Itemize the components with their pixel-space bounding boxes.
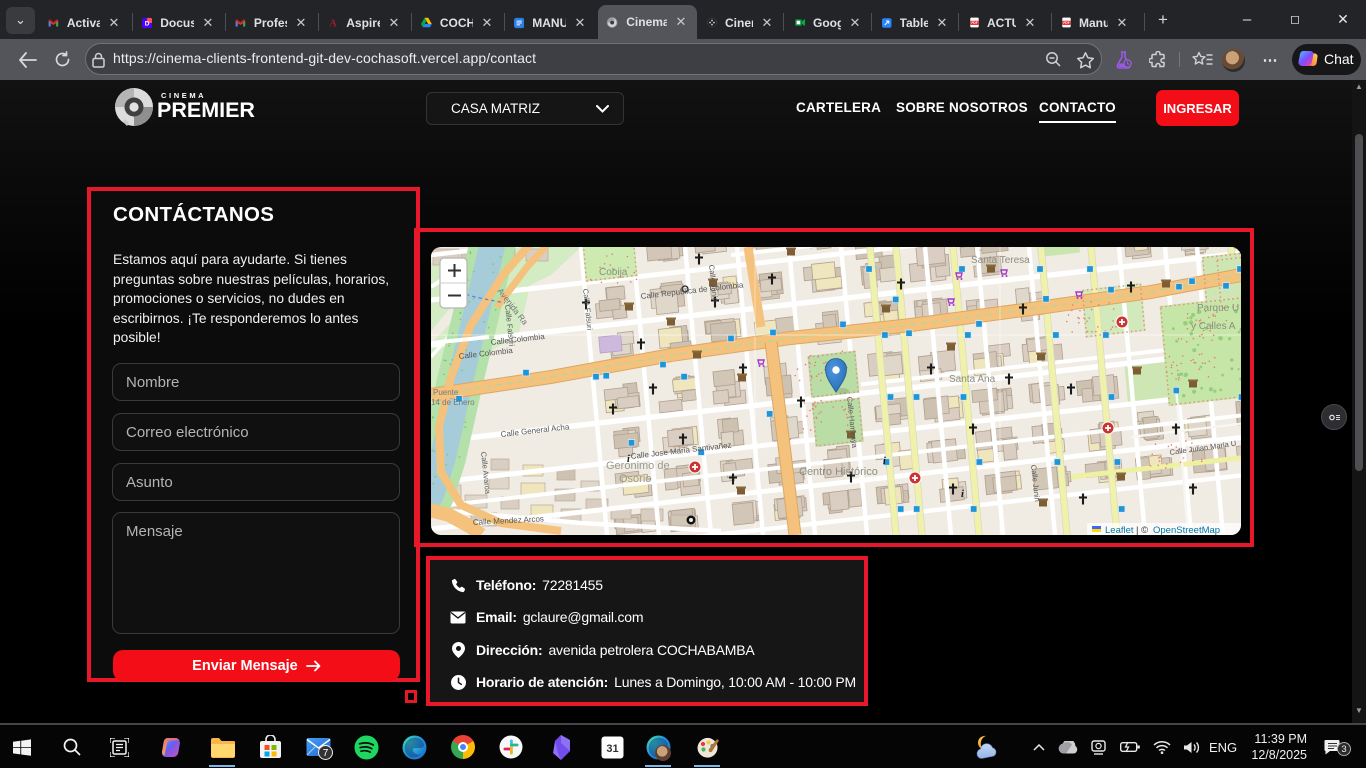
svg-text:OpenStreetMap: OpenStreetMap: [1153, 525, 1220, 535]
svg-text:i: i: [883, 456, 886, 467]
svg-text:14 de Enero: 14 de Enero: [431, 398, 475, 407]
svg-text:y Calles A: y Calles A: [1191, 321, 1236, 332]
svg-text:PDF: PDF: [1063, 21, 1069, 25]
svg-text:Parque U: Parque U: [1197, 303, 1239, 314]
svg-text:| ©: | ©: [1136, 525, 1148, 535]
svg-text:Leaflet: Leaflet: [1105, 525, 1134, 535]
svg-text:Cobija: Cobija: [599, 267, 628, 278]
svg-text:D: D: [145, 20, 150, 27]
svg-text:Puente: Puente: [433, 388, 459, 397]
svg-text:A: A: [329, 18, 337, 29]
svg-text:PDF: PDF: [971, 21, 977, 25]
svg-text:Geronimo de: Geronimo de: [606, 460, 670, 472]
svg-text:Centro Histórico: Centro Histórico: [799, 466, 878, 478]
svg-text:Santa Teresa: Santa Teresa: [971, 255, 1030, 266]
svg-text:Santa Ana: Santa Ana: [949, 374, 996, 385]
svg-text:i: i: [961, 489, 964, 500]
svg-text:31: 31: [606, 743, 618, 755]
svg-text:Osorio: Osorio: [619, 473, 651, 485]
